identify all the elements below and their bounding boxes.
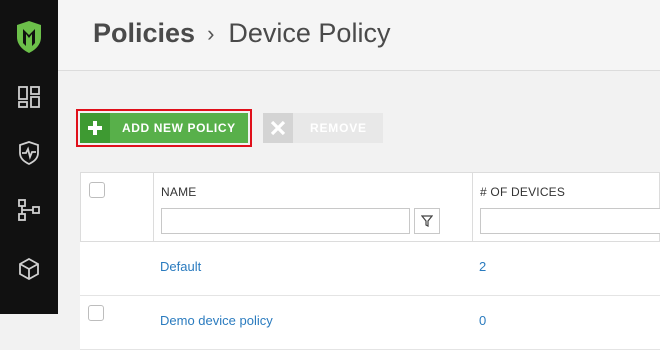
close-icon (263, 113, 293, 143)
name-filter-input[interactable] (161, 208, 410, 234)
breadcrumb-policies[interactable]: Policies (93, 18, 195, 49)
page-header: Policies › Device Policy (58, 0, 660, 71)
dashboard-icon (18, 86, 40, 108)
add-new-policy-label: ADD NEW POLICY (122, 121, 236, 135)
device-count[interactable]: 2 (479, 259, 486, 274)
network-tree-icon (18, 199, 40, 221)
policy-table: NAME # OF DEVICES Default 2 Demo device … (80, 172, 660, 350)
sidebar-item-network[interactable] (0, 188, 58, 232)
column-header-name[interactable]: NAME (161, 185, 196, 199)
remove-label: REMOVE (310, 121, 367, 135)
policy-name-link[interactable]: Demo device policy (160, 313, 273, 328)
column-divider (153, 173, 154, 243)
remove-button[interactable]: REMOVE (263, 113, 383, 143)
table-row[interactable]: Default 2 (80, 242, 660, 296)
table-row[interactable]: Demo device policy 0 (80, 296, 660, 350)
devices-filter-input[interactable] (480, 208, 660, 234)
app-logo[interactable] (0, 14, 58, 60)
sidebar-item-dashboard[interactable] (0, 75, 58, 119)
name-filter-button[interactable] (414, 208, 440, 234)
breadcrumb: Policies › Device Policy (93, 18, 390, 49)
row-checkbox[interactable] (88, 305, 104, 321)
main-content: ADD NEW POLICY REMOVE NAME # OF DEVICES … (58, 71, 660, 350)
device-count[interactable]: 0 (479, 313, 486, 328)
filter-icon (421, 215, 433, 227)
add-new-policy-button[interactable]: ADD NEW POLICY (80, 113, 248, 143)
column-header-devices[interactable]: # OF DEVICES (480, 185, 565, 199)
column-divider (472, 173, 473, 243)
cube-icon (19, 258, 39, 280)
chevron-right-icon: › (207, 20, 215, 46)
sidebar-item-packages[interactable] (0, 247, 58, 291)
plus-icon (80, 113, 110, 143)
sidebar-item-security[interactable] (0, 131, 58, 175)
select-all-checkbox[interactable] (89, 182, 105, 198)
table-header: NAME # OF DEVICES (80, 172, 660, 243)
policy-name-link[interactable]: Default (160, 259, 201, 274)
shield-pulse-icon (19, 141, 39, 165)
sidebar (0, 0, 58, 314)
page-title: Device Policy (228, 18, 391, 48)
shield-logo-icon (17, 21, 41, 53)
